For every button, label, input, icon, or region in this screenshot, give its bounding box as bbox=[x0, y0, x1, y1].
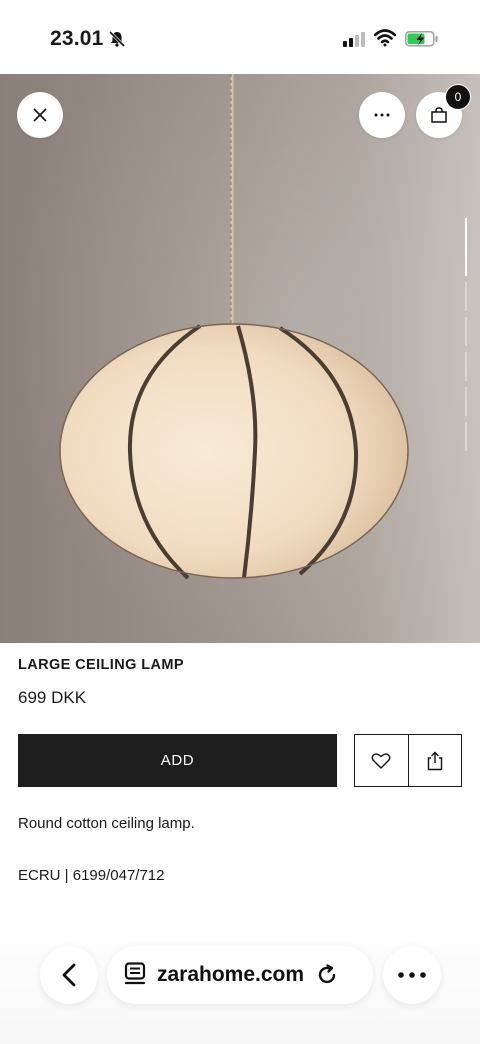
add-to-bag-button[interactable]: ADD bbox=[18, 734, 337, 787]
browser-back-button[interactable] bbox=[40, 946, 98, 1004]
lamp-photo bbox=[0, 74, 480, 643]
address-bar-url: zarahome.com bbox=[157, 963, 305, 986]
status-bar: 23.01 bbox=[0, 0, 480, 74]
close-button[interactable] bbox=[17, 92, 63, 138]
battery-charging-icon bbox=[405, 31, 439, 52]
address-bar[interactable]: zarahome.com bbox=[107, 946, 373, 1004]
gallery-indicator-segment bbox=[465, 387, 467, 416]
product-color-reference: ECRU | 6199/047/712 bbox=[18, 867, 165, 884]
gallery-indicator-segment bbox=[465, 352, 467, 381]
product-description: Round cotton ceiling lamp. bbox=[18, 815, 195, 832]
cellular-signal-icon bbox=[343, 31, 365, 52]
page-icon bbox=[124, 962, 146, 985]
product-name: LARGE CEILING LAMP bbox=[18, 657, 184, 673]
gallery-indicator-active bbox=[465, 218, 467, 276]
bag-count-badge: 0 bbox=[445, 84, 471, 110]
close-icon bbox=[33, 108, 47, 122]
favorite-button[interactable] bbox=[355, 735, 408, 786]
gallery-indicator-segment bbox=[465, 422, 467, 451]
gallery-indicator bbox=[465, 218, 468, 457]
product-actions bbox=[354, 734, 462, 787]
reload-icon[interactable] bbox=[315, 963, 339, 987]
gallery-indicator-segment bbox=[465, 282, 467, 311]
product-image[interactable]: 0 bbox=[0, 74, 480, 643]
heart-icon bbox=[371, 752, 391, 769]
back-icon bbox=[62, 963, 76, 987]
share-icon bbox=[427, 751, 442, 770]
bell-slash-icon bbox=[108, 30, 126, 53]
more-options-button[interactable] bbox=[359, 92, 405, 138]
share-button[interactable] bbox=[407, 735, 462, 786]
more-icon bbox=[374, 113, 390, 117]
more-icon bbox=[398, 972, 426, 978]
status-time: 23.01 bbox=[50, 27, 104, 50]
wifi-icon bbox=[373, 29, 397, 52]
product-price: 699 DKK bbox=[18, 688, 87, 707]
shopping-bag-icon bbox=[431, 107, 447, 123]
browser-menu-button[interactable] bbox=[383, 946, 441, 1004]
gallery-indicator-segment bbox=[465, 317, 467, 346]
